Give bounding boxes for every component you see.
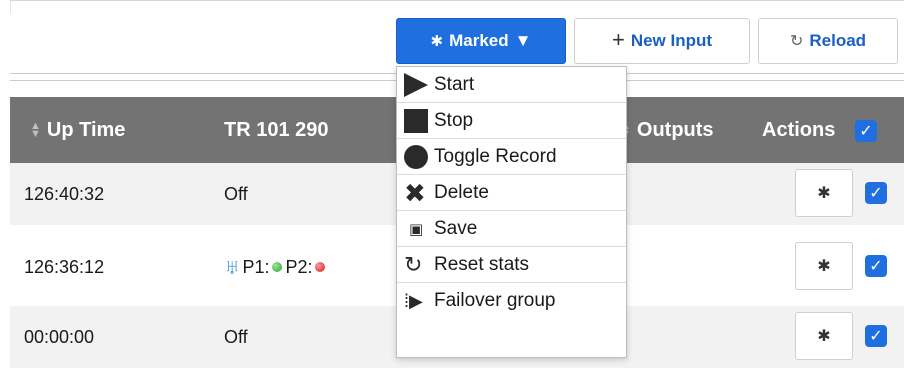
tr101290-cell: Off	[224, 326, 248, 347]
column-header-outputs-label: Outputs	[636, 118, 714, 141]
menu-item-failover-group[interactable]: ⁞▶ Failover group	[397, 283, 626, 319]
menu-item-stop[interactable]: Stop	[397, 103, 626, 139]
marked-dropdown-menu: Start Stop Toggle Record ✖ Delete ▣ Save…	[396, 66, 627, 358]
menu-item-save[interactable]: ▣ Save	[397, 211, 626, 247]
top-divider-vertical	[10, 0, 11, 14]
p2-status-red-icon	[314, 262, 325, 272]
uptime-cell: 126:40:32	[24, 183, 105, 204]
menu-item-label: Delete	[434, 181, 489, 203]
sort-icon: ▲▼	[30, 120, 41, 140]
checkmark-icon: ✓	[869, 328, 883, 345]
column-header-actions: Actions	[762, 97, 835, 163]
caret-down-icon: ▼	[514, 31, 532, 50]
column-header-outputs[interactable]: ▲▼ Outputs	[620, 97, 714, 163]
tr101290-cell: ♅ P1: P2:	[224, 236, 329, 298]
reload-label: Reload	[809, 31, 867, 50]
marked-label: Marked	[449, 31, 509, 50]
column-header-tr101290-label: TR 101 290	[224, 118, 329, 141]
column-header-actions-label: Actions	[762, 118, 836, 141]
menu-item-start[interactable]: Start	[397, 67, 626, 103]
p2-label: P2:	[285, 256, 313, 277]
column-header-tr101290[interactable]: TR 101 290	[224, 97, 329, 163]
menu-item-delete[interactable]: ✖ Delete	[397, 175, 626, 211]
uptime-cell: 126:36:12	[24, 256, 105, 277]
plus-icon: +	[611, 27, 625, 52]
checkmark-icon: ✓	[869, 258, 883, 275]
marked-dropdown-button[interactable]: ✱ Marked ▼	[396, 18, 566, 64]
failover-icon: ⁞▶	[404, 290, 423, 311]
row-settings-button[interactable]: ✱	[795, 242, 853, 290]
reload-button[interactable]: ↻ Reload	[758, 18, 898, 64]
tr101290-cell: Off	[224, 183, 248, 204]
row-checkbox[interactable]: ✓	[865, 255, 887, 277]
p1-status-green-icon	[271, 262, 282, 272]
stethoscope-icon[interactable]: ♅	[224, 254, 241, 280]
delete-icon: ✖	[404, 177, 426, 208]
gear-icon: ✱	[430, 33, 444, 50]
play-icon	[404, 72, 434, 97]
row-checkbox[interactable]: ✓	[865, 325, 887, 347]
reset-icon: ↻	[404, 251, 423, 277]
reload-icon: ↻	[789, 33, 804, 50]
gear-icon: ✱	[817, 185, 831, 202]
row-settings-button[interactable]: ✱	[795, 312, 853, 360]
row-checkbox[interactable]: ✓	[865, 182, 887, 204]
menu-item-label: Toggle Record	[434, 145, 557, 167]
menu-item-label: Save	[434, 217, 478, 239]
column-header-uptime-label: Up Time	[46, 118, 126, 141]
column-header-uptime[interactable]: ▲ ▼ Up Time	[30, 97, 125, 163]
row-settings-button[interactable]: ✱	[795, 169, 853, 217]
record-icon	[404, 144, 434, 169]
uptime-cell: 00:00:00	[24, 326, 95, 347]
menu-item-reset-stats[interactable]: ↻ Reset stats	[397, 247, 626, 283]
checkmark-icon: ✓	[859, 123, 873, 140]
menu-item-label: Reset stats	[434, 253, 530, 275]
p1-label: P1:	[242, 256, 270, 277]
new-input-label: New Input	[630, 31, 713, 50]
select-all-checkbox[interactable]: ✓	[855, 120, 877, 142]
top-divider	[10, 0, 904, 1]
gear-icon: ✱	[817, 328, 831, 345]
save-icon: ▣	[409, 220, 424, 238]
menu-item-label: Failover group	[434, 290, 556, 311]
new-input-button[interactable]: + New Input	[574, 18, 750, 64]
menu-item-toggle-record[interactable]: Toggle Record	[397, 139, 626, 175]
menu-item-label: Stop	[434, 109, 474, 131]
gear-icon: ✱	[817, 258, 831, 275]
menu-item-label: Start	[434, 73, 475, 95]
checkmark-icon: ✓	[869, 185, 883, 202]
stop-icon	[404, 108, 434, 133]
